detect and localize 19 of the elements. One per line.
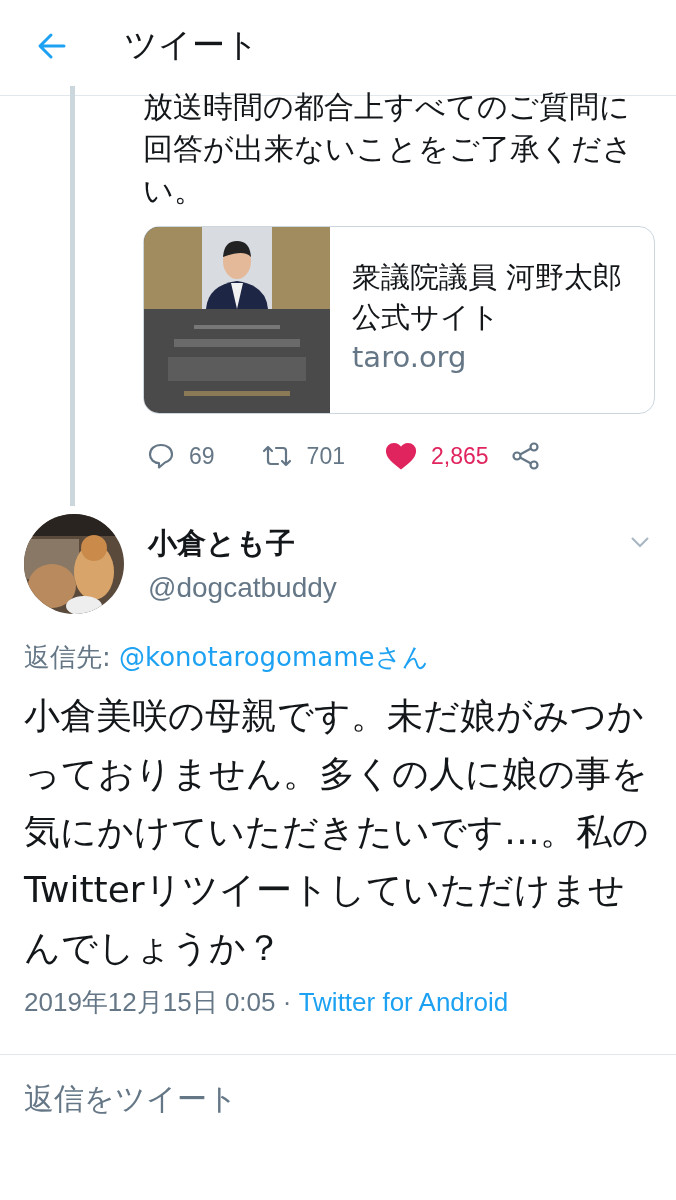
mention-link[interactable]: @konotarogomameさん	[119, 642, 429, 672]
heart-icon[interactable]	[384, 442, 417, 470]
reply-to-label: 返信先:	[24, 642, 112, 672]
reply-count: 69	[189, 442, 215, 470]
card-title: 衆議院議員 河野太郎公式サイト	[352, 259, 624, 336]
author-name: 小倉とも子	[148, 525, 296, 562]
author-handle: @dogcatbuddy	[148, 572, 338, 604]
source-link[interactable]: Twitter for Android	[298, 987, 509, 1017]
tweet-text: 放送時間の都合上すべてのご質問に回答が出来ないことをご了承ください。	[143, 88, 634, 210]
reply-icon[interactable]	[147, 442, 175, 470]
retweet-count: 701	[306, 442, 345, 470]
share-icon[interactable]	[510, 441, 541, 471]
like-count: 2,865	[430, 442, 489, 470]
link-card[interactable]: 衆議院議員 河野太郎公式サイト taro.org	[143, 226, 655, 414]
timestamp: 2019年12月15日 0:05 ·	[24, 987, 293, 1017]
tweet-text: 小倉美咲の母親です。未だ娘がみつかっておりません。多くの人に娘の事を気にかけていただきたいです…。私のTwitterリツイートしていただけませんでしょうか？	[24, 694, 650, 970]
reply-field[interactable]: 返信をツイート	[0, 1054, 676, 1120]
header-title: ツイート	[124, 24, 259, 66]
card-domain: taro.org	[352, 339, 468, 376]
